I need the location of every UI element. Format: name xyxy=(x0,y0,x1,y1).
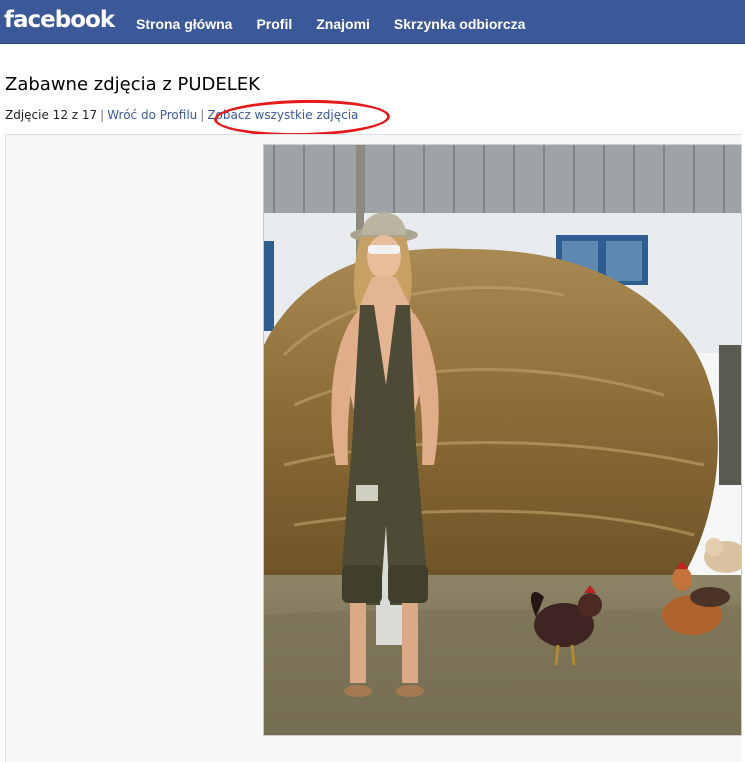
chicken-light xyxy=(704,538,741,573)
separator: | xyxy=(100,108,105,122)
separator: | xyxy=(200,108,205,122)
nav-home-link[interactable]: Strona główna xyxy=(136,16,232,32)
main-nav: Strona główna Profil Znajomi Skrzynka od… xyxy=(136,16,525,32)
back-to-profile-link[interactable]: Wróć do Profilu xyxy=(107,108,197,122)
nav-profile-link[interactable]: Profil xyxy=(256,16,292,32)
album-photo[interactable] xyxy=(263,144,742,736)
farm-scene-image xyxy=(264,145,741,735)
nav-friends-link[interactable]: Znajomi xyxy=(316,16,370,32)
facebook-logo[interactable]: facebook xyxy=(4,7,115,33)
top-navigation-bar: facebook Strona główna Profil Znajomi Sk… xyxy=(0,0,745,44)
album-title: Zabawne zdjęcia z PUDELEK xyxy=(5,74,260,95)
nav-inbox-link[interactable]: Skrzynka odbiorcza xyxy=(394,16,526,32)
red-circle-annotation xyxy=(213,98,391,138)
photo-counter: Zdjęcie 12 z 17 xyxy=(5,108,98,122)
